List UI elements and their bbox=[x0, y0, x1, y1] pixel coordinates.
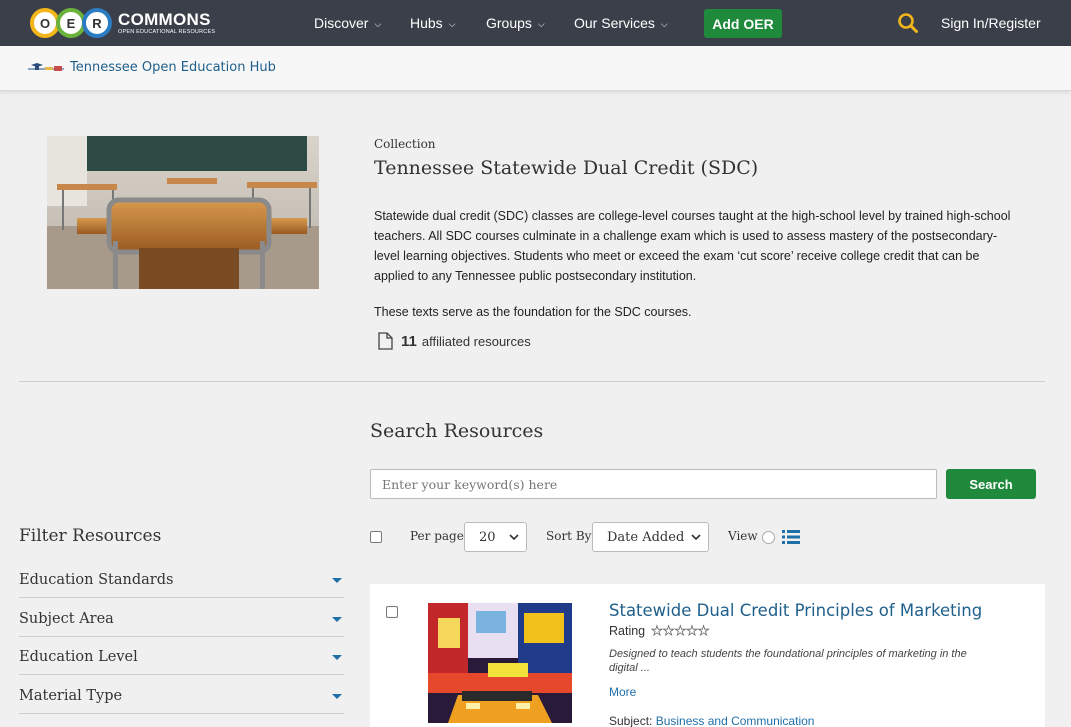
nav-hubs-label: Hubs bbox=[410, 15, 443, 31]
collection-image bbox=[47, 136, 319, 289]
filter-resources-heading: Filter Resources bbox=[19, 526, 162, 546]
star-icon: ★ bbox=[651, 623, 663, 639]
oer-commons-logo[interactable]: O E R COMMONS OPEN EDUCATIONAL RESOURCES bbox=[30, 6, 215, 40]
facet-label: Subject Area bbox=[19, 611, 114, 627]
hub-logo-icon[interactable] bbox=[28, 63, 64, 75]
grid-view-toggle[interactable] bbox=[762, 531, 775, 544]
sign-in-register-link[interactable]: Sign In/Register bbox=[941, 15, 1041, 31]
search-button[interactable]: Search bbox=[946, 469, 1036, 499]
select-all-checkbox[interactable] bbox=[370, 531, 382, 543]
per-page-value: 20 bbox=[479, 529, 496, 545]
sort-by-value: Date Added bbox=[607, 529, 685, 545]
resource-thumbnail[interactable] bbox=[428, 603, 572, 723]
chevron-down-icon: ⌵ bbox=[660, 19, 668, 29]
caret-down-icon bbox=[332, 578, 342, 583]
logo-circle-r: R bbox=[82, 8, 112, 38]
nav-our-services-label: Our Services bbox=[574, 15, 655, 31]
facet-education-standards[interactable]: Education Standards bbox=[19, 560, 344, 598]
facet-label: Material Type bbox=[19, 688, 123, 704]
caret-down-icon bbox=[332, 694, 342, 699]
star-icon: ★ bbox=[674, 623, 687, 639]
nav-groups[interactable]: Groups ⌵ bbox=[486, 15, 545, 31]
search-icon[interactable] bbox=[897, 12, 919, 34]
resource-subject: Subject: Business and Communication bbox=[609, 714, 814, 727]
resource-rating: Rating ★★★★★ bbox=[609, 623, 710, 639]
facet-subject-area[interactable]: Subject Area bbox=[19, 599, 344, 637]
hub-header: Tennessee Open Education Hub bbox=[0, 46, 1071, 91]
collection-description-footer: These texts serve as the foundation for … bbox=[374, 305, 692, 319]
collection-type-label: Collection bbox=[374, 137, 436, 151]
affiliated-resources: 11 affiliated resources bbox=[378, 332, 531, 350]
caret-down-icon bbox=[332, 655, 342, 660]
per-page-label: Per page bbox=[410, 529, 464, 543]
facet-material-type[interactable]: Material Type bbox=[19, 676, 344, 714]
chevron-down-icon: ⌵ bbox=[537, 19, 545, 29]
keyword-search-input[interactable] bbox=[370, 469, 937, 499]
logo-wordmark: COMMONS OPEN EDUCATIONAL RESOURCES bbox=[118, 11, 215, 36]
logo-word: COMMONS bbox=[118, 9, 211, 29]
facet-label: Education Standards bbox=[19, 572, 174, 588]
sort-by-label: Sort By bbox=[546, 529, 592, 543]
facet-education-level[interactable]: Education Level bbox=[19, 637, 344, 675]
resource-title-link[interactable]: Statewide Dual Credit Principles of Mark… bbox=[609, 601, 982, 620]
section-divider bbox=[19, 381, 1045, 382]
star-icon: ★ bbox=[697, 623, 710, 639]
per-page-select[interactable]: 20 bbox=[464, 522, 527, 552]
resource-select-checkbox[interactable] bbox=[386, 606, 398, 618]
chevron-down-icon: ⌵ bbox=[374, 19, 382, 29]
list-view-icon[interactable] bbox=[782, 530, 800, 544]
add-oer-button[interactable]: Add OER bbox=[704, 9, 782, 38]
collection-description: Statewide dual credit (SDC) classes are … bbox=[374, 209, 1011, 283]
rating-label: Rating bbox=[609, 624, 646, 638]
more-link[interactable]: More bbox=[609, 685, 636, 699]
nav-discover-label: Discover bbox=[314, 15, 369, 31]
top-navigation-bar: O E R COMMONS OPEN EDUCATIONAL RESOURCES… bbox=[0, 0, 1071, 46]
logo-tagline: OPEN EDUCATIONAL RESOURCES bbox=[118, 28, 216, 35]
sort-by-select[interactable]: Date Added bbox=[592, 522, 709, 552]
chevron-down-icon bbox=[509, 534, 519, 541]
chevron-down-icon: ⌵ bbox=[448, 19, 456, 29]
affiliated-label: affiliated resources bbox=[421, 333, 531, 349]
nav-hubs[interactable]: Hubs ⌵ bbox=[410, 15, 456, 31]
document-icon bbox=[378, 332, 393, 350]
subject-label: Subject: bbox=[609, 714, 653, 727]
chevron-down-icon bbox=[691, 534, 701, 541]
search-resources-heading: Search Resources bbox=[370, 420, 544, 442]
rating-stars: ★★★★★ bbox=[651, 623, 710, 639]
hub-name-link[interactable]: Tennessee Open Education Hub bbox=[70, 60, 276, 75]
view-label: View bbox=[728, 529, 758, 543]
resource-description: Designed to teach students the foundatio… bbox=[609, 648, 967, 674]
collection-title: Tennessee Statewide Dual Credit (SDC) bbox=[374, 157, 759, 179]
nav-discover[interactable]: Discover ⌵ bbox=[314, 15, 381, 31]
facet-label: Education Level bbox=[19, 649, 138, 665]
affiliated-count: 11 bbox=[401, 332, 417, 350]
star-icon: ★ bbox=[662, 623, 675, 639]
subject-link[interactable]: Business and Communication bbox=[656, 714, 815, 727]
star-icon: ★ bbox=[686, 623, 698, 639]
resource-card: Statewide Dual Credit Principles of Mark… bbox=[370, 584, 1045, 727]
caret-down-icon bbox=[332, 617, 342, 622]
nav-groups-label: Groups bbox=[486, 15, 532, 31]
nav-our-services[interactable]: Our Services ⌵ bbox=[574, 15, 668, 31]
